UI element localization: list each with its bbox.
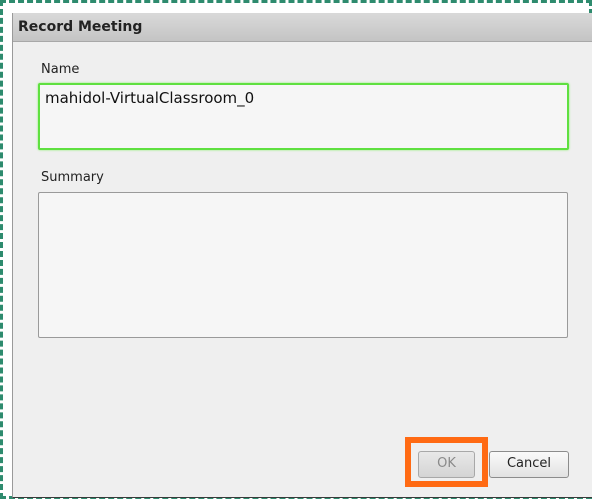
summary-textarea[interactable]	[38, 192, 568, 338]
screenshot-frame: Record Meeting Name mahidol-VirtualClass…	[0, 0, 592, 499]
summary-label: Summary	[41, 170, 104, 185]
dialog-title: Record Meeting	[18, 19, 143, 35]
record-meeting-dialog: Record Meeting Name mahidol-VirtualClass…	[12, 13, 592, 498]
name-label: Name	[41, 62, 80, 77]
dialog-titlebar[interactable]: Record Meeting	[13, 13, 592, 42]
cancel-button[interactable]: Cancel	[489, 451, 569, 478]
ok-button[interactable]: OK	[418, 451, 475, 478]
name-input[interactable]: mahidol-VirtualClassroom_0	[38, 83, 569, 150]
